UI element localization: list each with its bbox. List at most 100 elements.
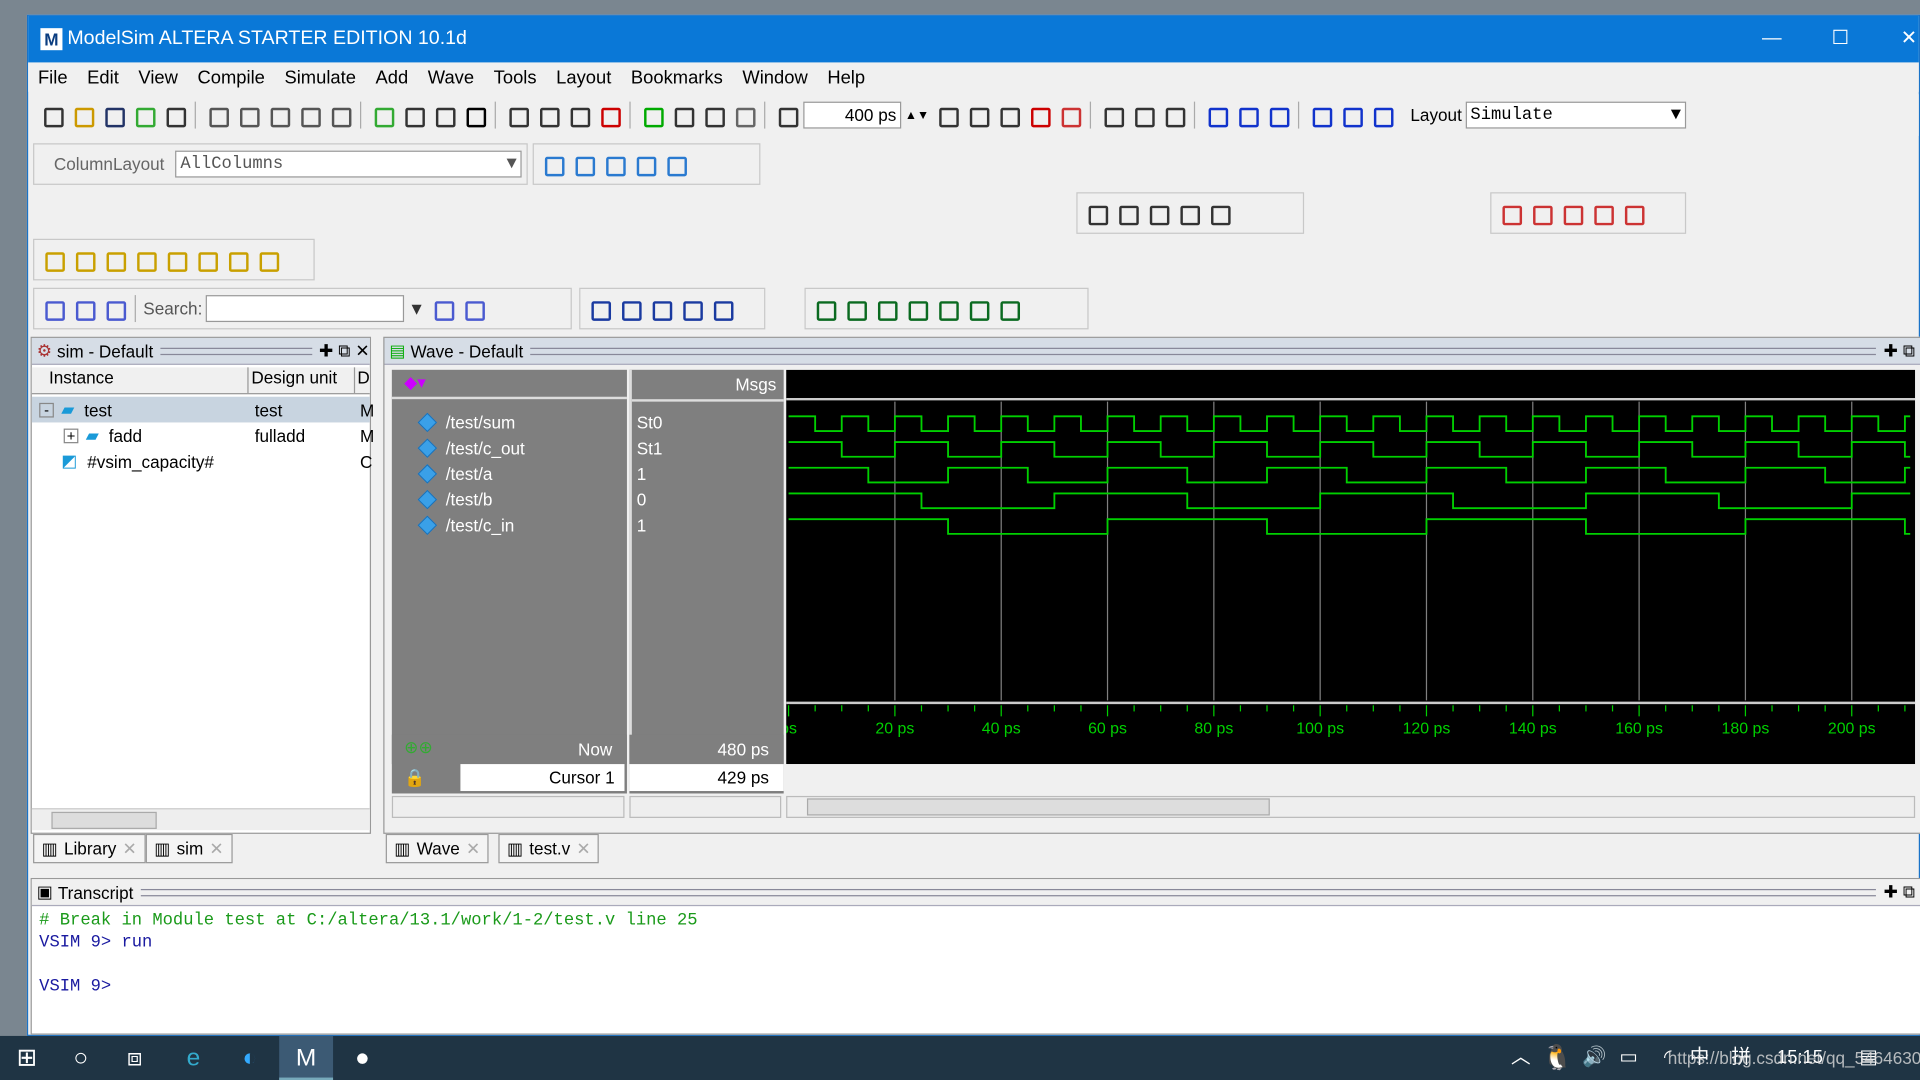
bookmark-delete-icon[interactable] (1619, 200, 1646, 227)
add-icon[interactable]: ✚ (1884, 882, 1898, 903)
cut-icon[interactable] (203, 102, 230, 129)
waveform-display[interactable]: ps 20 ps 40 ps 60 ps 80 ps 100 ps 120 ps 140 ps… (786, 369, 1916, 765)
menu-view[interactable]: View (129, 67, 188, 88)
pan-mode-icon[interactable] (1144, 200, 1171, 227)
restart-icon[interactable] (773, 102, 800, 129)
edge2-icon[interactable] (994, 295, 1021, 322)
minimize-button[interactable]: — (1738, 16, 1807, 63)
insert-cursor-icon[interactable] (39, 246, 66, 273)
step-into-icon[interactable] (1202, 102, 1229, 129)
signal-row[interactable]: /test/sum (392, 411, 627, 435)
menu-edit[interactable]: Edit (77, 67, 128, 88)
menu-compile[interactable]: Compile (188, 67, 275, 88)
close-tab-icon[interactable]: ✕ (209, 838, 223, 859)
qq-browser-icon[interactable]: ◐ (223, 1036, 277, 1080)
close-tab-icon[interactable]: ✕ (576, 838, 590, 859)
rising-edge-icon[interactable] (192, 246, 219, 273)
menu-simulate[interactable]: Simulate (275, 67, 366, 88)
up-icon[interactable] (669, 102, 696, 129)
find-icon[interactable] (399, 102, 426, 129)
environment-icon[interactable] (638, 102, 665, 129)
run-icon[interactable] (933, 102, 960, 129)
performance-icon[interactable] (1098, 102, 1125, 129)
expand-toggle[interactable]: + (63, 428, 79, 443)
cursor-line-icon[interactable] (811, 295, 838, 322)
prev-edge-icon[interactable] (223, 246, 250, 273)
instance-row[interactable]: + ▰ fadd fulladd M (32, 422, 374, 448)
align-icon[interactable] (430, 102, 457, 129)
find-icon[interactable] (429, 295, 456, 322)
menu-help[interactable]: Help (818, 67, 875, 88)
add-watch-icon[interactable] (661, 151, 688, 178)
step-edge-icon[interactable] (933, 295, 960, 322)
simulate-icon[interactable] (503, 102, 530, 129)
step-out-c-icon[interactable] (1368, 102, 1395, 129)
sim-horizontal-scrollbar[interactable] (31, 808, 370, 831)
step-into-c-icon[interactable] (1306, 102, 1333, 129)
grid-icon[interactable] (902, 295, 929, 322)
layout-select[interactable]: Simulate ▼ (1465, 101, 1686, 129)
close-icon[interactable]: ✕ (355, 340, 369, 361)
next-edge-icon[interactable] (253, 246, 280, 273)
menu-file[interactable]: File (28, 67, 77, 88)
maximize-button[interactable]: ☐ (1806, 16, 1875, 63)
values-scrollbar[interactable] (629, 795, 782, 818)
cursor-lock-icon[interactable]: 🔒 (404, 768, 425, 789)
close-tab-icon[interactable]: ✕ (466, 838, 480, 859)
instance-row[interactable]: ◩ #vsim_capacity# C (32, 448, 372, 474)
column-d[interactable]: D (355, 367, 369, 393)
windows-start-icon[interactable]: ⊞ (0, 1036, 54, 1080)
menu-add[interactable]: Add (366, 67, 418, 88)
modelsim-taskbar-icon[interactable]: M (279, 1035, 334, 1080)
break-icon[interactable] (564, 102, 591, 129)
next-transition-icon[interactable] (131, 246, 158, 273)
menu-tools[interactable]: Tools (484, 67, 546, 88)
edge-icon[interactable] (964, 295, 991, 322)
falling-edge-icon[interactable] (162, 246, 189, 273)
run-length-spinner[interactable]: ▲▼ (905, 108, 929, 121)
names-scrollbar[interactable] (391, 795, 625, 818)
left-tab-library[interactable]: ▥ Library ✕ (33, 833, 146, 864)
delete-all-icon[interactable] (1527, 200, 1554, 227)
zoom-range-icon[interactable] (708, 295, 735, 322)
menu-layout[interactable]: Layout (546, 67, 621, 88)
signal-row[interactable]: /test/c_out (392, 437, 627, 461)
paste-icon[interactable] (264, 102, 291, 129)
add-list-icon[interactable] (569, 151, 596, 178)
close-button[interactable]: ✕ (1875, 16, 1920, 63)
column-instance[interactable]: Instance (32, 367, 249, 394)
expand-icon[interactable] (39, 295, 66, 322)
hand-icon[interactable] (1159, 102, 1186, 129)
drag-handle[interactable] (530, 347, 1877, 355)
drag-handle[interactable] (160, 347, 312, 355)
undock-icon[interactable]: ⧉ (338, 340, 350, 361)
main-tab-test-v[interactable]: ▥ test.v ✕ (498, 833, 600, 864)
run-all-icon[interactable] (994, 102, 1021, 129)
collapse-icon[interactable] (70, 295, 97, 322)
step-over-icon[interactable] (1233, 102, 1260, 129)
search-circle-icon[interactable]: ○ (54, 1036, 108, 1080)
delete-cursor-icon[interactable] (1496, 200, 1523, 227)
wave-highlight-icon[interactable] (841, 295, 868, 322)
modelsim-m-icon[interactable] (460, 102, 487, 129)
scrollbar-thumb[interactable] (51, 811, 157, 829)
zoom-in-icon[interactable] (585, 295, 612, 322)
undock-icon[interactable]: ⧉ (1903, 340, 1915, 361)
new-file-icon[interactable] (38, 102, 65, 129)
copy-icon[interactable] (234, 102, 261, 129)
wave-fill-icon[interactable] (872, 295, 899, 322)
transcript-console[interactable]: # Break in Module test at C:/altera/13.1… (39, 911, 697, 999)
zoom-full-icon[interactable] (647, 295, 674, 322)
wave-time-scrollbar[interactable] (786, 795, 1916, 818)
add-icon[interactable]: ✚ (319, 340, 333, 361)
reload-icon[interactable] (130, 102, 157, 129)
task-view-icon[interactable]: ⧈ (108, 1036, 162, 1080)
undock-icon[interactable]: ⧉ (1903, 882, 1915, 903)
stop-wave-drawing-icon[interactable] (1205, 200, 1232, 227)
cursor-label[interactable]: Cursor 1 (460, 764, 625, 792)
add-icon[interactable]: ✚ (1884, 340, 1898, 361)
prev-transition-icon[interactable] (100, 246, 127, 273)
expand-toggle[interactable]: - (39, 402, 54, 417)
expand-toggle[interactable] (39, 454, 54, 469)
close-tab-icon[interactable]: ✕ (122, 838, 136, 859)
